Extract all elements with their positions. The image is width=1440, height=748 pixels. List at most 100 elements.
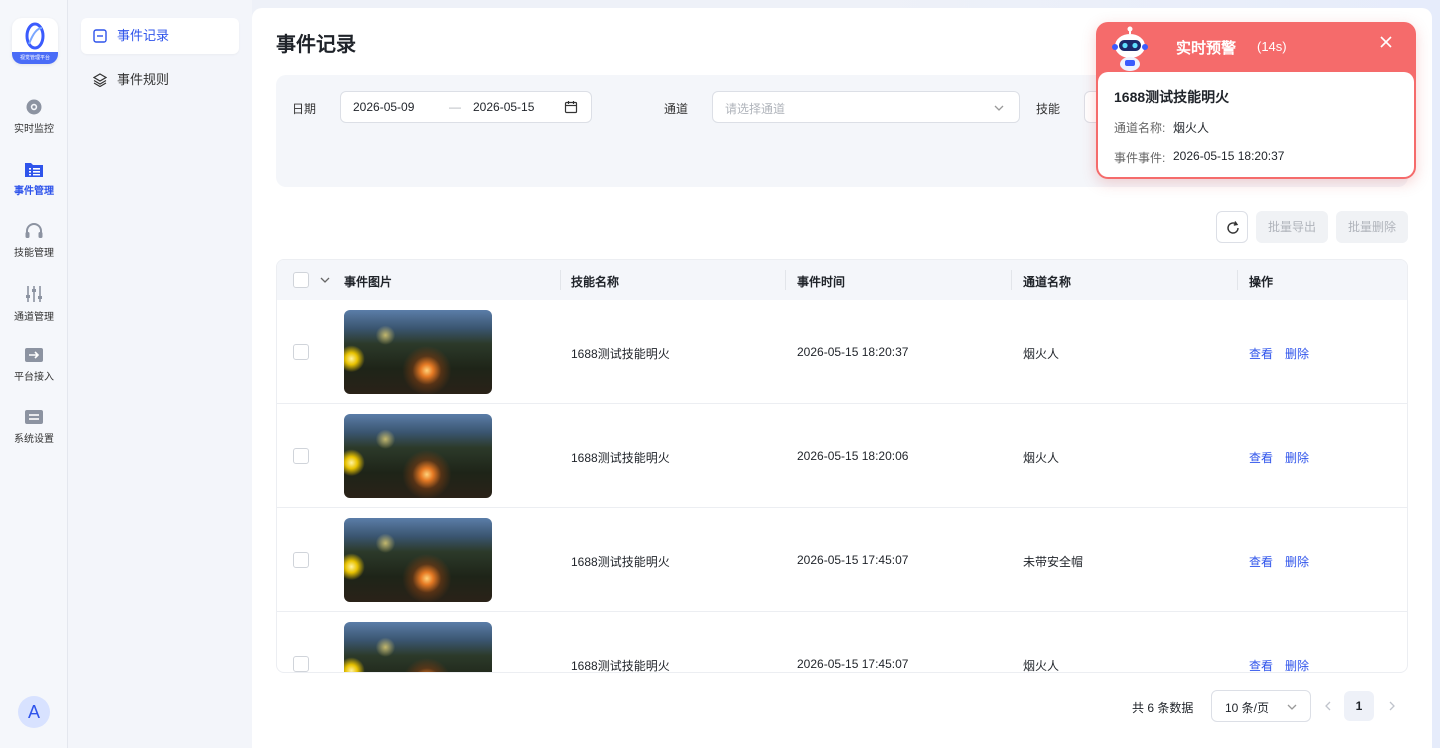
- rail-item-channels[interactable]: 通道管理: [0, 284, 68, 340]
- cell-skill: 1688测试技能明火: [571, 659, 670, 673]
- column-header-skill: 技能名称: [571, 275, 620, 289]
- event-thumbnail[interactable]: [344, 414, 492, 498]
- logo-ring-icon: [25, 22, 45, 50]
- event-thumbnail[interactable]: [344, 622, 492, 672]
- view-link[interactable]: 查看: [1249, 449, 1273, 466]
- event-thumbnail[interactable]: [344, 310, 492, 394]
- alert-event-key: 事件事件:: [1114, 151, 1166, 165]
- list-icon: [93, 29, 107, 43]
- cell-time: 2026-05-15 17:45:07: [797, 553, 909, 567]
- alert-body: 1688测试技能明火 通道名称: 烟火人 事件事件: 2026-05-15 18…: [1098, 72, 1414, 177]
- cell-time: 2026-05-15 18:20:37: [797, 345, 909, 359]
- table-row: 1688测试技能明火 2026-05-15 17:45:07 烟火人 查看 删除: [277, 612, 1407, 673]
- realtime-alert-popup[interactable]: 实时预警 (14s) 1688测试技能明火 通道名称: 烟火人 事件事件: 20…: [1096, 22, 1416, 179]
- event-thumbnail[interactable]: [344, 518, 492, 602]
- rail-item-label: 平台接入: [14, 372, 54, 383]
- alert-event-value: 2026-05-15 18:20:37: [1173, 149, 1285, 163]
- delete-link[interactable]: 删除: [1285, 345, 1309, 362]
- camera-icon: [26, 99, 42, 115]
- date-label: 日期: [292, 102, 317, 116]
- channel-select[interactable]: 请选择通道: [712, 91, 1020, 123]
- cell-skill: 1688测试技能明火: [571, 451, 670, 465]
- app-logo[interactable]: 视觉管理平台: [12, 18, 58, 64]
- rail-item-monitor[interactable]: 实时监控: [0, 98, 68, 154]
- settings-icon: [25, 410, 43, 424]
- row-checkbox[interactable]: [293, 344, 309, 360]
- page-size-select[interactable]: 10 条/页: [1211, 690, 1311, 722]
- view-link[interactable]: 查看: [1249, 657, 1273, 672]
- alert-title: 实时预警: [1176, 40, 1237, 57]
- cell-time: 2026-05-15 18:20:06: [797, 449, 909, 463]
- sub-menu: 事件记录 事件规则: [68, 0, 252, 748]
- sub-item-label: 事件规则: [117, 72, 170, 87]
- table-header: 事件图片 技能名称 事件时间 通道名称 操作: [277, 260, 1407, 300]
- event-folder-icon: [25, 163, 43, 177]
- column-divider: [560, 270, 561, 290]
- cell-channel: 烟火人: [1023, 347, 1060, 361]
- prev-page-icon[interactable]: [1322, 700, 1334, 712]
- rail-item-label: 通道管理: [14, 312, 54, 323]
- rail-item-events[interactable]: 事件管理: [0, 160, 68, 216]
- rail-item-label: 技能管理: [14, 248, 54, 259]
- next-page-icon[interactable]: [1386, 700, 1398, 712]
- page-number-current[interactable]: 1: [1344, 691, 1374, 721]
- close-icon[interactable]: [1378, 34, 1394, 50]
- column-header-channel: 通道名称: [1023, 275, 1072, 289]
- icon-rail: 视觉管理平台 实时监控 事件管理 技能管理 通道管理 平台接入 系统设置 A: [0, 0, 68, 748]
- calendar-icon: [564, 101, 578, 114]
- row-checkbox[interactable]: [293, 448, 309, 464]
- sub-item-label: 事件记录: [117, 28, 170, 43]
- robot-icon: [1112, 26, 1148, 71]
- alert-channel-key: 通道名称:: [1114, 121, 1166, 135]
- page-title: 事件记录: [276, 34, 356, 56]
- table-row: 1688测试技能明火 2026-05-15 18:20:37 烟火人 查看 删除: [277, 300, 1407, 404]
- date-separator: —: [449, 100, 461, 114]
- delete-link[interactable]: 删除: [1285, 449, 1309, 466]
- chevron-down-icon[interactable]: [319, 274, 331, 286]
- batch-delete-button[interactable]: 批量删除: [1336, 211, 1408, 243]
- rail-item-settings[interactable]: 系统设置: [0, 408, 68, 464]
- column-divider: [785, 270, 786, 290]
- rail-item-label: 事件管理: [14, 186, 54, 197]
- rail-item-platform[interactable]: 平台接入: [0, 346, 68, 402]
- cell-channel: 烟火人: [1023, 659, 1060, 673]
- view-link[interactable]: 查看: [1249, 553, 1273, 570]
- delete-link[interactable]: 删除: [1285, 657, 1309, 672]
- sub-item-event-records[interactable]: 事件记录: [81, 18, 239, 54]
- date-end[interactable]: 2026-05-15: [473, 100, 534, 114]
- cell-channel: 烟火人: [1023, 451, 1060, 465]
- row-checkbox[interactable]: [293, 552, 309, 568]
- channel-label: 通道: [664, 102, 689, 116]
- layers-icon: [93, 73, 107, 87]
- row-checkbox[interactable]: [293, 656, 309, 672]
- select-all-checkbox[interactable]: [293, 272, 309, 288]
- rail-item-skills[interactable]: 技能管理: [0, 222, 68, 278]
- column-header-time: 事件时间: [797, 275, 846, 289]
- batch-export-button[interactable]: 批量导出: [1256, 211, 1328, 243]
- rail-item-label: 系统设置: [14, 434, 54, 445]
- channel-placeholder: 请选择通道: [725, 102, 786, 116]
- alert-skill-name: 1688测试技能明火: [1114, 89, 1230, 105]
- skill-label: 技能: [1036, 102, 1061, 116]
- sliders-icon: [26, 286, 42, 302]
- alert-countdown: (14s): [1257, 39, 1287, 54]
- column-header-actions: 操作: [1249, 275, 1274, 289]
- sub-item-event-rules[interactable]: 事件规则: [81, 62, 239, 98]
- logo-text: 视觉管理平台: [12, 52, 58, 64]
- table-row: 1688测试技能明火 2026-05-15 17:45:07 未带安全帽 查看 …: [277, 508, 1407, 612]
- refresh-icon: [1227, 221, 1239, 234]
- delete-link[interactable]: 删除: [1285, 553, 1309, 570]
- alert-channel-value: 烟火人: [1173, 121, 1210, 135]
- date-range-picker[interactable]: 2026-05-09 — 2026-05-15: [340, 91, 592, 123]
- cell-skill: 1688测试技能明火: [571, 347, 670, 361]
- column-divider: [1237, 270, 1238, 290]
- avatar[interactable]: A: [18, 696, 50, 728]
- refresh-button[interactable]: [1216, 211, 1248, 243]
- headset-icon: [25, 223, 43, 238]
- chevron-down-icon: [994, 105, 1004, 111]
- date-start[interactable]: 2026-05-09: [353, 100, 414, 114]
- view-link[interactable]: 查看: [1249, 345, 1273, 362]
- cell-time: 2026-05-15 17:45:07: [797, 657, 909, 671]
- cell-skill: 1688测试技能明火: [571, 555, 670, 569]
- event-table: 事件图片 技能名称 事件时间 通道名称 操作 1688测试技能明火 2026-0…: [276, 259, 1408, 673]
